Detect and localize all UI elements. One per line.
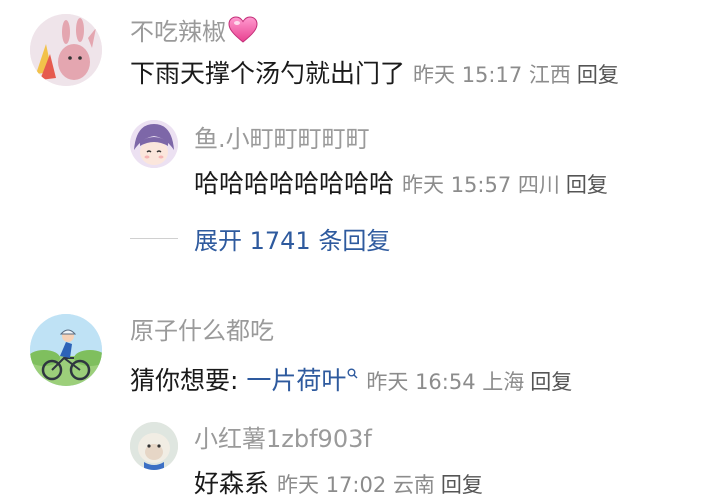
- comment-content: 下雨天撑个汤勺就出门了 昨天 15:17 江西 回复: [130, 58, 619, 91]
- username[interactable]: 不吃辣椒: [130, 16, 258, 51]
- cyclist-avatar-image: [30, 314, 102, 386]
- sheep-avatar-image: [130, 422, 178, 470]
- reply-avatar[interactable]: [130, 120, 178, 168]
- avatar[interactable]: [30, 14, 102, 86]
- divider-line: [130, 237, 178, 239]
- comment-meta: 昨天 15:17 江西: [413, 63, 571, 87]
- reply-username[interactable]: 小红薯1zbf903f: [194, 424, 372, 454]
- comment-text: 下雨天撑个汤勺就出门了: [130, 59, 406, 88]
- rabbit-avatar-image: [30, 14, 102, 86]
- reply-button[interactable]: 回复: [441, 473, 483, 497]
- location: 江西: [528, 63, 571, 87]
- comment-text: 猜你想要:: [130, 366, 247, 395]
- timestamp: 昨天 15:57: [402, 173, 512, 197]
- reply-username[interactable]: 鱼.小町町町町町: [194, 124, 370, 154]
- reply-meta: 昨天 15:57 四川: [402, 173, 560, 197]
- expand-replies-button[interactable]: 展开 1741 条回复: [194, 221, 390, 256]
- reply-button[interactable]: 回复: [530, 370, 572, 394]
- location: 四川: [517, 173, 560, 197]
- reply-content: 好森系 昨天 17:02 云南 回复: [194, 468, 483, 501]
- reply-button[interactable]: 回复: [577, 63, 619, 87]
- reply-meta: 昨天 17:02 云南: [277, 473, 435, 497]
- anime-avatar-image: [130, 120, 178, 168]
- reply-text: 好森系: [194, 469, 270, 498]
- location: 云南: [392, 473, 435, 497]
- comment-2: 原子什么都吃 猜你想要: 一片荷叶 昨天 16:54 上海 回复 小红薯1zbf90…: [0, 300, 726, 503]
- timestamp: 昨天 15:17: [413, 63, 523, 87]
- comment-meta: 昨天 16:54 上海: [366, 370, 524, 394]
- reply-button[interactable]: 回复: [566, 173, 608, 197]
- timestamp: 昨天 17:02: [277, 473, 387, 497]
- username[interactable]: 原子什么都吃: [130, 316, 274, 346]
- heart-icon: [228, 16, 258, 51]
- search-icon[interactable]: [347, 368, 358, 383]
- avatar[interactable]: [30, 314, 102, 386]
- timestamp: 昨天 16:54: [366, 370, 476, 394]
- location: 上海: [482, 370, 525, 394]
- comment-content: 猜你想要: 一片荷叶 昨天 16:54 上海 回复: [130, 360, 572, 398]
- reply-avatar[interactable]: [130, 422, 178, 470]
- search-link[interactable]: 一片荷叶: [246, 366, 346, 395]
- expand-replies[interactable]: 展开 1741 条回复: [130, 221, 390, 256]
- username-text[interactable]: 不吃辣椒: [130, 18, 226, 46]
- reply-content: 哈哈哈哈哈哈哈哈 昨天 15:57 四川 回复: [194, 168, 608, 201]
- reply-text: 哈哈哈哈哈哈哈哈: [194, 169, 395, 198]
